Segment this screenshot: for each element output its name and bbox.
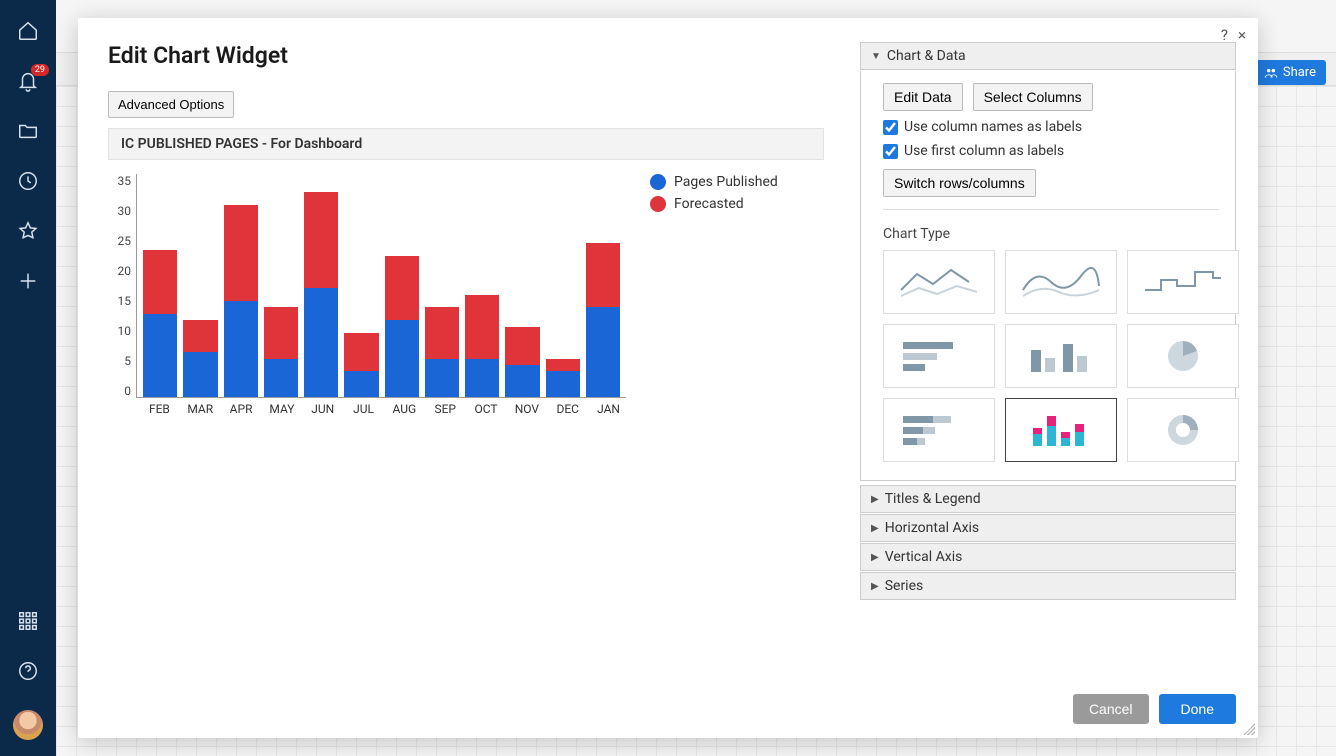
modal-title: Edit Chart Widget <box>108 42 824 69</box>
checkbox-first-col-label: Use first column as labels <box>904 143 1064 159</box>
chart-heading: IC PUBLISHED PAGES - For Dashboard <box>108 128 824 160</box>
x-tick-label: NOV <box>509 402 544 416</box>
x-tick-label: MAY <box>264 402 299 416</box>
section-chart-and-data[interactable]: ▼ Chart & Data <box>860 42 1236 70</box>
section-chart-data-content: Edit Data Select Columns Use column name… <box>860 71 1236 481</box>
section-label: Vertical Axis <box>885 549 963 565</box>
legend-dot-red <box>650 196 666 212</box>
resize-grip[interactable] <box>1243 723 1255 735</box>
help-icon[interactable] <box>17 660 39 682</box>
bar-column <box>143 174 177 397</box>
x-tick-label: MAR <box>183 402 218 416</box>
section-titles-legend[interactable]: ▶ Titles & Legend <box>860 485 1236 513</box>
done-button[interactable]: Done <box>1159 694 1236 724</box>
chart-type-vbar-stacked[interactable] <box>1005 398 1117 462</box>
section-label: Titles & Legend <box>885 491 981 507</box>
bar-column <box>304 174 338 397</box>
chart-legend: Pages Published Forecasted <box>650 174 778 398</box>
x-tick-label: JUL <box>346 402 381 416</box>
chart-type-hbar-stacked[interactable] <box>883 398 995 462</box>
chart-type-label: Chart Type <box>883 226 1219 242</box>
add-icon[interactable] <box>17 270 39 292</box>
bar-column <box>264 174 298 397</box>
chevron-right-icon: ▶ <box>871 552 879 563</box>
notifications-icon[interactable]: 29 <box>17 70 39 92</box>
modal-help-icon[interactable]: ? <box>1221 26 1228 44</box>
share-label: Share <box>1283 65 1316 80</box>
bar-column <box>385 174 419 397</box>
y-tick-label: 5 <box>108 354 131 368</box>
edit-chart-modal: ? × Edit Chart Widget Advanced Options I… <box>78 18 1258 738</box>
edit-data-button[interactable]: Edit Data <box>883 83 963 111</box>
checkbox-first-col[interactable]: Use first column as labels <box>883 143 1219 159</box>
modal-close-icon[interactable]: × <box>1238 26 1246 44</box>
x-tick-label: DEC <box>550 402 585 416</box>
bar-column <box>465 174 499 397</box>
y-tick-label: 10 <box>108 324 131 338</box>
chart-type-line[interactable] <box>883 250 995 314</box>
y-tick-label: 0 <box>108 384 131 398</box>
chart-type-vbar[interactable] <box>1005 324 1117 388</box>
nav-rail: 29 <box>0 0 56 756</box>
y-tick-label: 30 <box>108 204 131 218</box>
bar-column <box>425 174 459 397</box>
bar-column <box>224 174 258 397</box>
x-tick-label: APR <box>224 402 259 416</box>
section-series[interactable]: ▶ Series <box>860 572 1236 600</box>
section-vertical-axis[interactable]: ▶ Vertical Axis <box>860 543 1236 571</box>
bar-column <box>546 174 580 397</box>
chart-type-step-line[interactable] <box>1127 250 1239 314</box>
x-tick-label: AUG <box>387 402 422 416</box>
favorites-icon[interactable] <box>17 220 39 242</box>
share-people-icon <box>1264 66 1278 80</box>
chevron-right-icon: ▶ <box>871 523 879 534</box>
checkbox-first-col-input[interactable] <box>883 144 898 159</box>
legend-label-1: Pages Published <box>674 174 778 190</box>
chart-type-donut[interactable] <box>1127 398 1239 462</box>
x-tick-label: JAN <box>591 402 626 416</box>
share-button[interactable]: Share <box>1254 60 1326 85</box>
legend-dot-blue <box>650 174 666 190</box>
checkbox-col-names[interactable]: Use column names as labels <box>883 119 1219 135</box>
chart-y-axis: 35 30 25 20 15 10 5 0 <box>108 174 136 398</box>
notification-badge: 29 <box>31 64 49 76</box>
chart-plot-area <box>136 174 626 398</box>
avatar[interactable] <box>13 710 43 740</box>
home-icon[interactable] <box>17 20 39 42</box>
chevron-right-icon: ▶ <box>871 581 879 592</box>
y-tick-label: 25 <box>108 234 131 248</box>
chevron-down-icon: ▼ <box>871 51 881 62</box>
x-tick-label: FEB <box>142 402 177 416</box>
section-horizontal-axis[interactable]: ▶ Horizontal Axis <box>860 514 1236 542</box>
checkbox-col-names-input[interactable] <box>883 120 898 135</box>
bar-column <box>505 174 539 397</box>
chart-x-axis: FEB MAR APR MAY JUN JUL AUG SEP OCT NOV DEC JAN <box>108 398 632 416</box>
x-tick-label: JUN <box>305 402 340 416</box>
y-tick-label: 35 <box>108 174 131 188</box>
select-columns-button[interactable]: Select Columns <box>973 83 1093 111</box>
folder-icon[interactable] <box>17 120 39 142</box>
section-label: Horizontal Axis <box>885 520 979 536</box>
apps-icon[interactable] <box>17 610 39 632</box>
chevron-right-icon: ▶ <box>871 494 879 505</box>
y-tick-label: 15 <box>108 294 131 308</box>
bar-column <box>344 174 378 397</box>
recents-icon[interactable] <box>17 170 39 192</box>
chart-type-smooth-line[interactable] <box>1005 250 1117 314</box>
advanced-options-button[interactable]: Advanced Options <box>108 91 234 118</box>
bar-column <box>586 174 620 397</box>
chart-type-grid <box>883 250 1219 462</box>
section-label: Series <box>885 578 924 594</box>
chart-type-pie[interactable] <box>1127 324 1239 388</box>
x-tick-label: SEP <box>428 402 463 416</box>
bar-column <box>183 174 217 397</box>
y-tick-label: 20 <box>108 264 131 278</box>
cancel-button[interactable]: Cancel <box>1073 694 1149 724</box>
switch-rows-columns-button[interactable]: Switch rows/columns <box>883 169 1036 197</box>
checkbox-col-names-label: Use column names as labels <box>904 119 1082 135</box>
legend-label-2: Forecasted <box>674 196 744 212</box>
x-tick-label: OCT <box>469 402 504 416</box>
section-label: Chart & Data <box>887 48 966 64</box>
chart-type-hbar[interactable] <box>883 324 995 388</box>
